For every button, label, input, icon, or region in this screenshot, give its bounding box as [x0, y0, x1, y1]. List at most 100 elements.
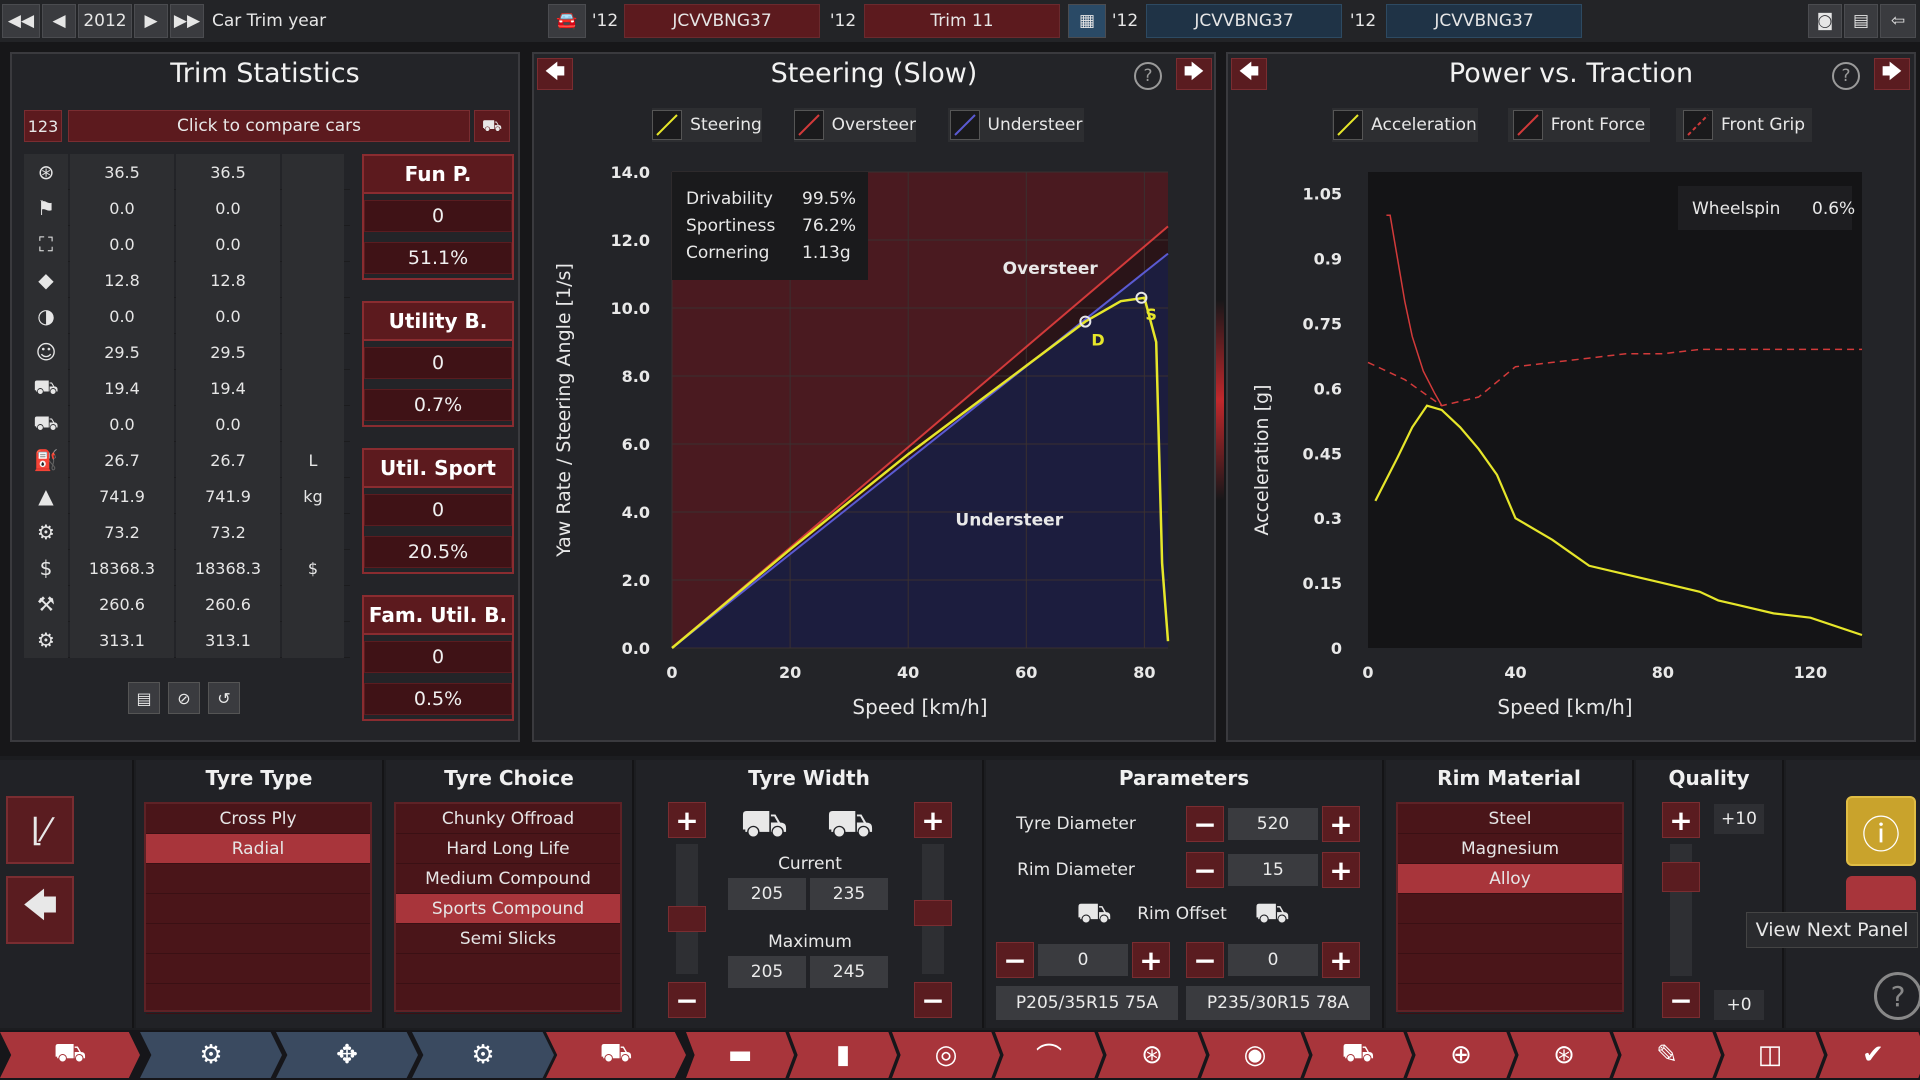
- list-item[interactable]: Alloy: [1398, 864, 1622, 894]
- list-item[interactable]: Steel: [1398, 804, 1622, 834]
- back-button[interactable]: 🡄: [6, 876, 74, 944]
- front-offset-value[interactable]: 0: [1038, 944, 1128, 976]
- stat-compare-value: 0.0: [176, 406, 280, 442]
- rear-offset-decrease[interactable]: −: [1186, 942, 1224, 978]
- rear-width-increase[interactable]: +: [914, 802, 952, 838]
- steering-panel: Steering (Slow) 🡄 ? 🡆 Steering Oversteer…: [532, 52, 1216, 742]
- front-width-slider[interactable]: [668, 844, 706, 974]
- double-left-icon: ◀◀: [7, 11, 35, 31]
- model-slot-1[interactable]: JCVVBNG37: [624, 4, 820, 38]
- tab-suspension[interactable]: ✥: [276, 1032, 418, 1078]
- tyre-width-column: Tyre Width + − ⛟ ⛟ Current 205 235 Maxim…: [636, 760, 984, 1028]
- next-panel-button[interactable]: [1846, 876, 1916, 910]
- empty-list-row: [146, 924, 370, 954]
- compare-cars-button[interactable]: Click to compare cars: [68, 110, 470, 142]
- front-offset-increase[interactable]: +: [1132, 942, 1170, 978]
- stats-report-button[interactable]: ▤: [128, 682, 160, 714]
- prev-year-button[interactable]: ◀: [42, 4, 76, 38]
- list-item[interactable]: Sports Compound: [396, 894, 620, 924]
- stat-compare-value: 19.4: [176, 370, 280, 406]
- rear-offset-value[interactable]: 0: [1228, 944, 1318, 976]
- stat-compare-value: 313.1: [176, 622, 280, 658]
- quality-increase[interactable]: +: [1662, 802, 1700, 838]
- stat-unit: [282, 298, 344, 334]
- list-item[interactable]: Medium Compound: [396, 864, 620, 894]
- compare-count-badge: 123: [24, 110, 62, 142]
- screenshot-button[interactable]: ◙: [1808, 4, 1842, 38]
- front-offset-decrease[interactable]: −: [996, 942, 1034, 978]
- reset-button[interactable]: ↺: [208, 682, 240, 714]
- rear-width-decrease[interactable]: −: [914, 982, 952, 1018]
- slot-year: '12: [1349, 11, 1377, 31]
- tyre-diameter-decrease[interactable]: −: [1186, 806, 1224, 842]
- rear-width-handle[interactable]: [914, 900, 952, 926]
- tab-drivetrain[interactable]: ⚙: [412, 1032, 554, 1078]
- tyre-type-column: Tyre Type Cross Ply Radial: [136, 760, 384, 1028]
- stat-row: ⛟ 19.4 19.4: [24, 370, 350, 406]
- tab-engine[interactable]: ◎: [892, 1032, 1000, 1078]
- quality-slider[interactable]: [1662, 844, 1700, 976]
- stat-compare-value: 36.5: [176, 154, 280, 190]
- warning-button[interactable]: ⓘ: [1846, 796, 1916, 866]
- y-tick-label: 12.0: [611, 231, 650, 250]
- list-item[interactable]: Chunky Offroad: [396, 804, 620, 834]
- stat-unit: [282, 370, 344, 406]
- trim-slot[interactable]: Trim 11: [864, 4, 1060, 38]
- list-item[interactable]: Cross Ply: [146, 804, 370, 834]
- drivetrain-icon: ⚙: [471, 1040, 495, 1070]
- tyre-diameter-value[interactable]: 520: [1228, 808, 1318, 840]
- tab-trim[interactable]: ▮: [789, 1032, 897, 1078]
- right-arrow-icon: ▶: [144, 11, 158, 31]
- front-width-increase[interactable]: +: [668, 802, 706, 838]
- first-year-button[interactable]: ◀◀: [2, 4, 40, 38]
- next-year-button[interactable]: ▶: [134, 4, 168, 38]
- compare-car-button[interactable]: ⛟: [474, 110, 510, 142]
- front-width-handle[interactable]: [668, 906, 706, 932]
- exit-button[interactable]: ⇦: [1880, 4, 1916, 38]
- engine-slot-1[interactable]: JCVVBNG37: [1146, 4, 1342, 38]
- tyre-diameter-increase[interactable]: +: [1322, 806, 1360, 842]
- engine-slot-2[interactable]: JCVVBNG37: [1386, 4, 1582, 38]
- category-value: 0: [364, 494, 512, 526]
- maximum-label: Maximum: [768, 932, 852, 952]
- list-item[interactable]: Hard Long Life: [396, 834, 620, 864]
- list-item[interactable]: Radial: [146, 834, 370, 864]
- car-select-button[interactable]: 🚘: [548, 4, 586, 38]
- tab-chassis[interactable]: ⚙: [140, 1032, 282, 1078]
- tab-wheels[interactable]: ⊛: [1098, 1032, 1206, 1078]
- clear-compare-button[interactable]: ⊘: [168, 682, 200, 714]
- tab-tyres[interactable]: ◉: [1201, 1032, 1309, 1078]
- last-year-button[interactable]: ▶▶: [170, 4, 204, 38]
- tab-steering[interactable]: ⊕: [1407, 1032, 1515, 1078]
- category-name: Utility B.: [362, 301, 514, 341]
- rim-diameter-decrease[interactable]: −: [1186, 852, 1224, 888]
- category-percent: 0.7%: [364, 389, 512, 421]
- tab-brakes[interactable]: ⌒: [995, 1032, 1103, 1078]
- rear-offset-increase[interactable]: +: [1322, 942, 1360, 978]
- front-width-decrease[interactable]: −: [668, 982, 706, 1018]
- x-tick-label: 0: [666, 663, 677, 682]
- tab-tuning[interactable]: ✎: [1613, 1032, 1721, 1078]
- stat-unit: kg: [282, 478, 344, 514]
- rear-width-slider[interactable]: [914, 844, 952, 974]
- tab-testing[interactable]: ◫: [1716, 1032, 1824, 1078]
- quality-decrease[interactable]: −: [1662, 982, 1700, 1018]
- stat-compare-value: 12.8: [176, 262, 280, 298]
- tab-interior[interactable]: ▬: [686, 1032, 794, 1078]
- engine-select-button[interactable]: ▦: [1068, 4, 1106, 38]
- tab-fixtures[interactable]: ⛟: [546, 1032, 686, 1078]
- list-item[interactable]: Magnesium: [1398, 834, 1622, 864]
- graph-toggle-button[interactable]: ⌊⁄: [6, 796, 74, 864]
- quality-handle[interactable]: [1662, 862, 1700, 892]
- tab-aero[interactable]: ⛟: [1304, 1032, 1412, 1078]
- stat-compare-value: 73.2: [176, 514, 280, 550]
- rim-diameter-increase[interactable]: +: [1322, 852, 1360, 888]
- help-button[interactable]: ?: [1874, 972, 1920, 1020]
- tab-safety[interactable]: ⊛: [1510, 1032, 1618, 1078]
- rim-diameter-value[interactable]: 15: [1228, 854, 1318, 886]
- x-axis-label: Speed [km/h]: [852, 695, 987, 719]
- tab-car-body[interactable]: ⛟: [0, 1032, 140, 1078]
- calculator-button[interactable]: ▤: [1844, 4, 1878, 38]
- list-item[interactable]: Semi Slicks: [396, 924, 620, 954]
- tab-finish[interactable]: ✔: [1819, 1032, 1920, 1078]
